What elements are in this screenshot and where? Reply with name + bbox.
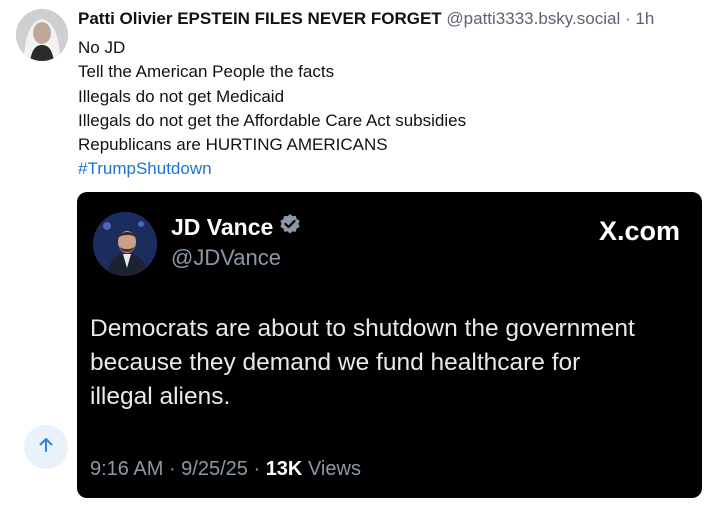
embed-author-name: JD Vance xyxy=(171,214,274,240)
x-logo: X.com xyxy=(598,216,680,246)
embed-avatar xyxy=(93,212,157,276)
embed-line: Democrats are about to shutdown the gove… xyxy=(90,315,635,342)
post-header: Patti Olivier EPSTEIN FILES NEVER FORGET… xyxy=(78,8,654,30)
embed-views-label: Views xyxy=(307,458,361,480)
separator-dot: · xyxy=(624,9,636,28)
author-handle[interactable]: @patti3333.bsky.social xyxy=(446,9,620,28)
hashtag-link[interactable]: #TrumpShutdown xyxy=(78,157,466,181)
post-line: Illegals do not get the Affordable Care … xyxy=(78,110,467,130)
embed-date: 9/25/25 xyxy=(181,458,248,480)
scroll-to-top-button[interactable] xyxy=(24,425,68,469)
verified-badge-icon xyxy=(279,213,301,241)
embed-meta: 9:16 AM · 9/25/25 · 13K Views xyxy=(90,457,361,481)
embed-body: Democrats are about to shutdown the gove… xyxy=(90,312,690,414)
separator-dot: · xyxy=(168,458,182,480)
embed-author: JD Vance xyxy=(171,213,301,241)
post-line: No JD xyxy=(78,38,126,57)
author-avatar[interactable] xyxy=(16,9,68,61)
post-time[interactable]: 1h xyxy=(635,9,654,28)
author-name[interactable]: Patti Olivier EPSTEIN FILES NEVER FORGET xyxy=(78,9,442,28)
embed-line: illegal aliens. xyxy=(90,383,231,410)
arrow-up-icon xyxy=(37,436,55,459)
embed-handle: @JDVance xyxy=(171,245,281,270)
post-body: No JD Tell the American People the facts… xyxy=(78,36,466,182)
post-line: Illegals do not get Medicaid xyxy=(78,86,285,106)
embed-time: 9:16 AM xyxy=(90,458,164,480)
embed-line: because they demand we fund healthcare f… xyxy=(90,349,581,376)
separator-dot: · xyxy=(253,458,266,480)
embed-views-count: 13K xyxy=(265,458,303,480)
embedded-post-image[interactable]: JD Vance @JDVance X.com Democrats are ab… xyxy=(77,192,702,498)
post-line: Tell the American People the facts xyxy=(78,62,335,82)
post-line: Republicans are HURTING AMERICANS xyxy=(78,135,388,155)
